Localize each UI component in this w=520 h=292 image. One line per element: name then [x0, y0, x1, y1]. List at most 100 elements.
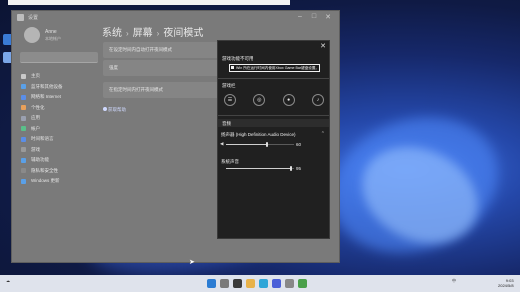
tooltip-text: Win 所在运行时间内使用Xbox Game Bar键盘设置。	[236, 66, 320, 70]
bluetooth-icon	[21, 84, 26, 90]
slider-thumb[interactable]	[265, 142, 268, 147]
sidebar-item-accounts[interactable]: 帐户	[20, 124, 100, 135]
system-volume-value: 95	[296, 166, 302, 171]
slider-thumb[interactable]	[289, 166, 292, 171]
weather-icon[interactable]: ☁	[6, 278, 10, 283]
title-bar: 设置 – □ ✕	[12, 11, 339, 25]
sidebar-item-apps[interactable]: 应用	[20, 113, 100, 124]
search-input[interactable]	[20, 52, 98, 63]
settings-icon[interactable]	[285, 279, 294, 288]
xbox-icon[interactable]	[298, 279, 307, 288]
section-header: 音频	[218, 119, 329, 127]
system-sound-label: 系统声音	[221, 159, 239, 164]
sidebar-item-accessibility[interactable]: 辅助功能	[20, 155, 100, 166]
slider-fill	[226, 168, 291, 169]
task-view-icon[interactable]	[233, 279, 242, 288]
capture-buttons: ☰ ◎ ● ♪	[224, 94, 324, 108]
breadcrumb: 系统 › 屏幕 › 夜间模式	[102, 24, 203, 39]
input-method-indicator[interactable]: 中	[452, 278, 456, 284]
section-title: 音频	[222, 121, 231, 126]
sidebar-item-label: 个性化	[31, 104, 45, 110]
avatar[interactable]	[24, 27, 40, 43]
apps-icon	[21, 115, 26, 121]
setting-row-schedule[interactable]: 在指定时间内打开夜间模式	[103, 82, 221, 98]
setting-row-strength[interactable]: 强度	[103, 60, 221, 76]
device-volume-value: 60	[296, 142, 302, 147]
sidebar-item-privacy[interactable]: 隐私和安全性	[20, 166, 100, 177]
sidebar-item-windows-update[interactable]: Windows 更新	[20, 176, 100, 187]
speaker-icon[interactable]: ◀	[220, 141, 223, 147]
system-volume-slider[interactable]	[226, 166, 294, 171]
window-title: 设置	[28, 15, 39, 21]
gamepad-icon	[21, 147, 26, 153]
mouse-cursor-icon: ➤	[189, 259, 195, 266]
clock-date: 2024/5/8	[498, 283, 514, 288]
breadcrumb-item[interactable]: 系统	[102, 28, 122, 39]
maximize-icon[interactable]: □	[309, 13, 319, 20]
section-title: 游戏栏	[222, 83, 236, 88]
device-volume-slider[interactable]	[226, 142, 294, 147]
sidebar-item-label: 隐私和安全性	[31, 167, 58, 173]
sidebar-item-label: Windows 更新	[31, 178, 60, 184]
user-name: Anne	[45, 29, 57, 35]
divider	[218, 78, 329, 79]
wifi-icon	[21, 94, 26, 100]
update-icon	[21, 178, 26, 184]
sidebar-item-time-language[interactable]: 时间和语言	[20, 134, 100, 145]
sidebar-item-label: 帐户	[31, 125, 40, 131]
brush-icon	[21, 105, 26, 111]
sidebar-item-bluetooth[interactable]: 蓝牙和其他设备	[20, 82, 100, 93]
sidebar-item-home[interactable]: 主页	[20, 71, 100, 82]
sidebar-item-label: 蓝牙和其他设备	[31, 83, 63, 89]
taskbar-apps	[207, 279, 307, 288]
sidebar-item-label: 主页	[31, 73, 40, 79]
page-title: 夜间模式	[163, 28, 204, 39]
clock-icon	[21, 136, 26, 142]
info-icon	[231, 66, 234, 69]
setting-row-schedule-toggle[interactable]: 在设定时间内自动打开夜间模式	[103, 42, 221, 58]
mic-icon[interactable]: ♪	[311, 94, 324, 106]
capture-icon[interactable]: ◎	[253, 94, 266, 106]
menu-icon[interactable]: ☰	[224, 94, 236, 106]
sidebar-item-label: 应用	[31, 115, 40, 121]
chevron-right-icon: ›	[156, 29, 160, 38]
chevron-right-icon: ›	[126, 29, 129, 38]
person-icon	[21, 126, 26, 132]
device-label: 扬声器 (High Definition Audio Device)	[221, 132, 296, 137]
edge-icon[interactable]	[259, 279, 268, 288]
accessibility-icon	[21, 157, 26, 163]
sidebar-item-label: 网络和 Internet	[31, 94, 62, 100]
taskbar: ☁ 中 9:03 2024/5/8	[0, 275, 520, 292]
divider	[218, 115, 329, 116]
store-icon[interactable]	[272, 279, 281, 288]
warning-title: 游戏功能不可用	[222, 56, 254, 61]
shield-icon	[21, 168, 26, 174]
settings-app-icon	[17, 14, 24, 21]
breadcrumb-item[interactable]: 屏幕	[133, 28, 153, 39]
record-icon[interactable]: ●	[282, 94, 295, 106]
setting-row-label: 在设定时间内自动打开夜间模式	[109, 47, 172, 52]
clock[interactable]: 9:03 2024/5/8	[498, 278, 514, 288]
close-icon[interactable]: ✕	[320, 42, 326, 50]
tooltip-message: Win 所在运行时间内使用Xbox Game Bar键盘设置。	[229, 64, 320, 72]
game-bar-panel: ✕ 游戏功能不可用 Win 所在运行时间内使用Xbox Game Bar键盘设置…	[217, 40, 330, 239]
setting-row-label: 强度	[109, 65, 118, 70]
sidebar-item-gaming[interactable]: 游戏	[20, 145, 100, 156]
chevron-up-icon[interactable]: ⌃	[321, 131, 325, 137]
help-link[interactable]: 获取帮助	[108, 107, 126, 113]
search-icon[interactable]	[220, 279, 229, 288]
minimize-icon[interactable]: –	[295, 13, 305, 20]
start-icon[interactable]	[207, 279, 216, 288]
close-icon[interactable]: ✕	[323, 13, 333, 21]
home-icon	[21, 73, 26, 79]
sidebar-item-personalization[interactable]: 个性化	[20, 103, 100, 114]
top-window-edge	[8, 0, 290, 5]
setting-row-label: 在指定时间内打开夜间模式	[109, 87, 163, 92]
help-icon	[103, 107, 107, 111]
sidebar-item-label: 时间和语言	[31, 136, 54, 142]
sidebar-item-network[interactable]: 网络和 Internet	[20, 92, 100, 103]
file-explorer-icon[interactable]	[246, 279, 255, 288]
sidebar-item-label: 游戏	[31, 146, 40, 152]
sidebar-nav: 主页 蓝牙和其他设备 网络和 Internet 个性化 应用 帐户 时间和语言 …	[20, 71, 100, 187]
user-account-type: 本地帐户	[45, 36, 61, 41]
